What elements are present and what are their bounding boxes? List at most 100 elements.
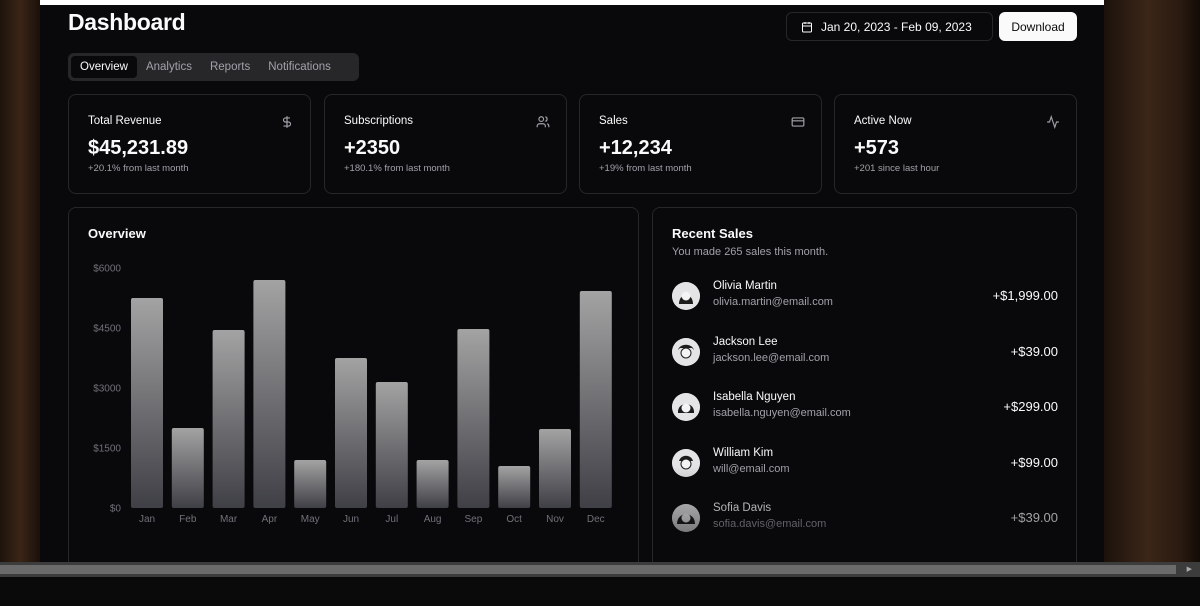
desktop-wallpaper-left [0,0,40,562]
sale-email: jackson.lee@email.com [713,352,830,364]
bar-may[interactable] [294,460,327,508]
horizontal-scrollbar[interactable]: ▶ [0,562,1200,577]
stat-card-sales: Sales +12,234 +19% from last month [579,94,822,194]
sale-name: Isabella Nguyen [713,391,796,403]
activity-icon [1047,115,1059,129]
y-tick-label: $4500 [93,324,121,335]
dashboard-app: Dashboard Jan 20, 2023 - Feb 09, 2023 Do… [40,5,1104,562]
recent-sales-title: Recent Sales [672,226,753,241]
tab-reports[interactable]: Reports [201,56,259,78]
stat-label: Subscriptions [344,115,414,127]
sale-amount: +$99.00 [1010,455,1058,470]
stat-card-active-now: Active Now +573 +201 since last hour [834,94,1077,194]
sale-email: isabella.nguyen@email.com [713,407,851,419]
x-tick-label: Sep [465,514,483,525]
stat-card-subscriptions: Subscriptions +2350 +180.1% from last mo… [324,94,567,194]
sale-name: William Kim [713,447,774,459]
bar-dec[interactable] [579,291,612,508]
sale-email: will@email.com [713,463,790,475]
recent-sales-description: You made 265 sales this month. [672,246,829,258]
y-tick-label: $1500 [93,444,121,455]
scroll-right-arrow-icon[interactable]: ▶ [1187,565,1192,573]
stat-label: Total Revenue [88,115,162,127]
list-item[interactable]: Isabella Nguyen isabella.nguyen@email.co… [672,391,1058,427]
avatar [672,504,700,532]
y-tick-label: $6000 [93,264,121,275]
date-range-label: Jan 20, 2023 - Feb 09, 2023 [821,19,972,34]
tab-list: Overview Analytics Reports Notifications [68,53,359,81]
x-tick-label: Mar [220,514,238,525]
overview-chart-card: Overview $0 $1500 $3000 $4500 $6000 Jan Feb Ma… [68,207,639,562]
overview-bar-chart: $0 $1500 $3000 $4500 $6000 Jan Feb Mar Apr May Ju… [93,264,612,525]
stat-subtext: +201 since last hour [854,163,940,174]
x-tick-label: Dec [587,514,605,525]
stat-value: +573 [854,137,900,159]
stat-label: Sales [599,115,628,127]
bar-nov[interactable] [539,429,571,508]
bar-jul[interactable] [375,382,408,508]
tab-overview[interactable]: Overview [71,56,137,78]
credit-card-icon [791,117,805,127]
bar-jan[interactable] [131,298,163,508]
recent-sales-card: Recent Sales You made 265 sales this mon… [652,207,1077,562]
y-tick-label: $0 [110,504,122,515]
desktop-wallpaper-right [1104,0,1200,562]
bar-apr[interactable] [253,280,286,508]
person-avatar-icon [672,449,700,477]
x-tick-label: Jun [343,514,359,525]
stat-value: $45,231.89 [88,137,189,159]
date-range-picker[interactable]: Jan 20, 2023 - Feb 09, 2023 [786,12,993,41]
list-item[interactable]: Sofia Davis sofia.davis@email.com +$39.0… [672,502,1058,538]
y-tick-label: $3000 [93,384,121,395]
stat-subtext: +180.1% from last month [344,163,450,174]
avatar [672,393,700,421]
list-item[interactable]: Jackson Lee jackson.lee@email.com +$39.0… [672,336,1058,372]
person-avatar-icon [672,282,700,310]
stat-value: +12,234 [599,137,672,159]
bar-aug[interactable] [416,460,449,508]
tab-analytics[interactable]: Analytics [137,56,201,78]
stat-card-total-revenue: Total Revenue $45,231.89 +20.1% from las… [68,94,311,194]
sale-amount: +$39.00 [1010,344,1058,359]
x-tick-label: Aug [424,514,442,525]
sale-name: Olivia Martin [713,280,777,292]
bar-jun[interactable] [335,358,367,508]
scrollbar-thumb[interactable] [0,565,1176,574]
stat-label: Active Now [854,115,912,127]
bar-feb[interactable] [171,428,204,508]
person-avatar-icon [672,504,700,532]
list-item[interactable]: William Kim will@email.com +$99.00 [672,447,1058,483]
sale-amount: +$299.00 [1003,399,1058,414]
avatar [672,338,700,366]
sale-name: Jackson Lee [713,336,778,348]
page-title: Dashboard [68,9,186,35]
x-tick-label: Jan [139,514,155,525]
calendar-icon [802,21,812,32]
x-tick-label: Oct [506,514,522,525]
sale-email: sofia.davis@email.com [713,518,827,530]
stat-subtext: +19% from last month [599,163,692,174]
stat-value: +2350 [344,137,401,159]
x-tick-label: Nov [546,514,564,525]
stat-subtext: +20.1% from last month [88,163,189,174]
person-avatar-icon [672,338,700,366]
x-tick-label: Jul [385,514,398,525]
x-tick-label: May [301,514,320,525]
tab-notifications[interactable]: Notifications [259,56,340,78]
window-bottom-bar [0,577,1200,606]
users-icon [536,116,550,128]
x-tick-label: Apr [262,514,278,525]
bar-oct[interactable] [498,466,531,508]
sale-amount: +$1,999.00 [992,288,1058,303]
download-button[interactable]: Download [999,12,1077,41]
person-avatar-icon [672,393,700,421]
sale-email: olivia.martin@email.com [713,296,833,308]
dollar-icon [282,116,292,128]
list-item[interactable]: Olivia Martin olivia.martin@email.com +$… [672,280,1058,316]
x-tick-label: Feb [179,514,197,525]
bar-sep[interactable] [457,329,490,508]
avatar [672,282,700,310]
bar-mar[interactable] [212,330,245,508]
sale-amount: +$39.00 [1010,510,1058,525]
avatar [672,449,700,477]
